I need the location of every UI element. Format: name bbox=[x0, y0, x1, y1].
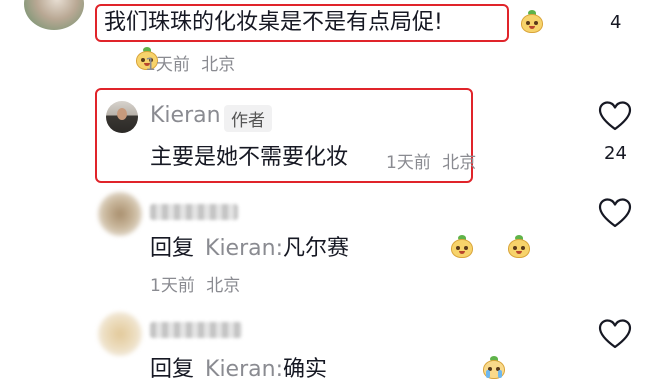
reply-target-name[interactable]: Kieran bbox=[205, 357, 276, 382]
reply-prefix: 回复 bbox=[150, 236, 195, 261]
replier-avatar[interactable] bbox=[98, 192, 142, 236]
replier-name-blurred bbox=[150, 204, 238, 220]
like-count: 4 bbox=[610, 12, 622, 33]
cute-face-sticker-icon bbox=[450, 235, 474, 259]
author-badge: 作者 bbox=[224, 105, 272, 132]
heart-outline-icon[interactable] bbox=[598, 197, 632, 229]
comment-time: 1天前 bbox=[145, 55, 190, 75]
reply-prefix: 回复 bbox=[150, 357, 195, 382]
reply-target-name[interactable]: Kieran bbox=[205, 236, 276, 261]
reply-time: 1天前 bbox=[386, 153, 431, 173]
cute-face-sticker-icon bbox=[520, 10, 544, 34]
reply-text: 凡尔赛 bbox=[282, 236, 349, 261]
heart-outline-icon[interactable] bbox=[598, 318, 632, 350]
author-avatar[interactable] bbox=[106, 101, 138, 133]
reply-time: 1天前 bbox=[150, 276, 195, 296]
replier-avatar[interactable] bbox=[98, 312, 142, 356]
replier-name-blurred bbox=[150, 322, 242, 338]
cute-face-sticker-icon bbox=[507, 235, 531, 259]
reply-text: 主要是她不需要化妆 bbox=[150, 145, 349, 170]
reply-location: 北京 bbox=[442, 153, 477, 173]
reply-meta: 1天前 北京 bbox=[386, 148, 476, 173]
reply-colon: : bbox=[275, 357, 283, 382]
reply-colon: : bbox=[275, 236, 283, 261]
comment-meta: 1天前 北京 bbox=[145, 50, 235, 75]
comment-location: 北京 bbox=[201, 55, 236, 75]
reply-location: 北京 bbox=[206, 276, 241, 296]
commenter-avatar[interactable] bbox=[24, 0, 84, 30]
crying-face-sticker-icon bbox=[482, 356, 506, 380]
like-count: 24 bbox=[604, 143, 627, 164]
reply-line: 回复 Kieran:确实 bbox=[150, 357, 327, 383]
heart-outline-icon[interactable] bbox=[598, 100, 632, 132]
author-name[interactable]: Kieran bbox=[150, 103, 221, 128]
reply-text: 确实 bbox=[282, 357, 327, 382]
comment-text: 我们珠珠的化妆桌是不是有点局促! bbox=[104, 10, 443, 35]
reply-meta: 1天前 北京 bbox=[150, 271, 240, 296]
reply-line: 回复 Kieran:凡尔赛 bbox=[150, 236, 349, 262]
